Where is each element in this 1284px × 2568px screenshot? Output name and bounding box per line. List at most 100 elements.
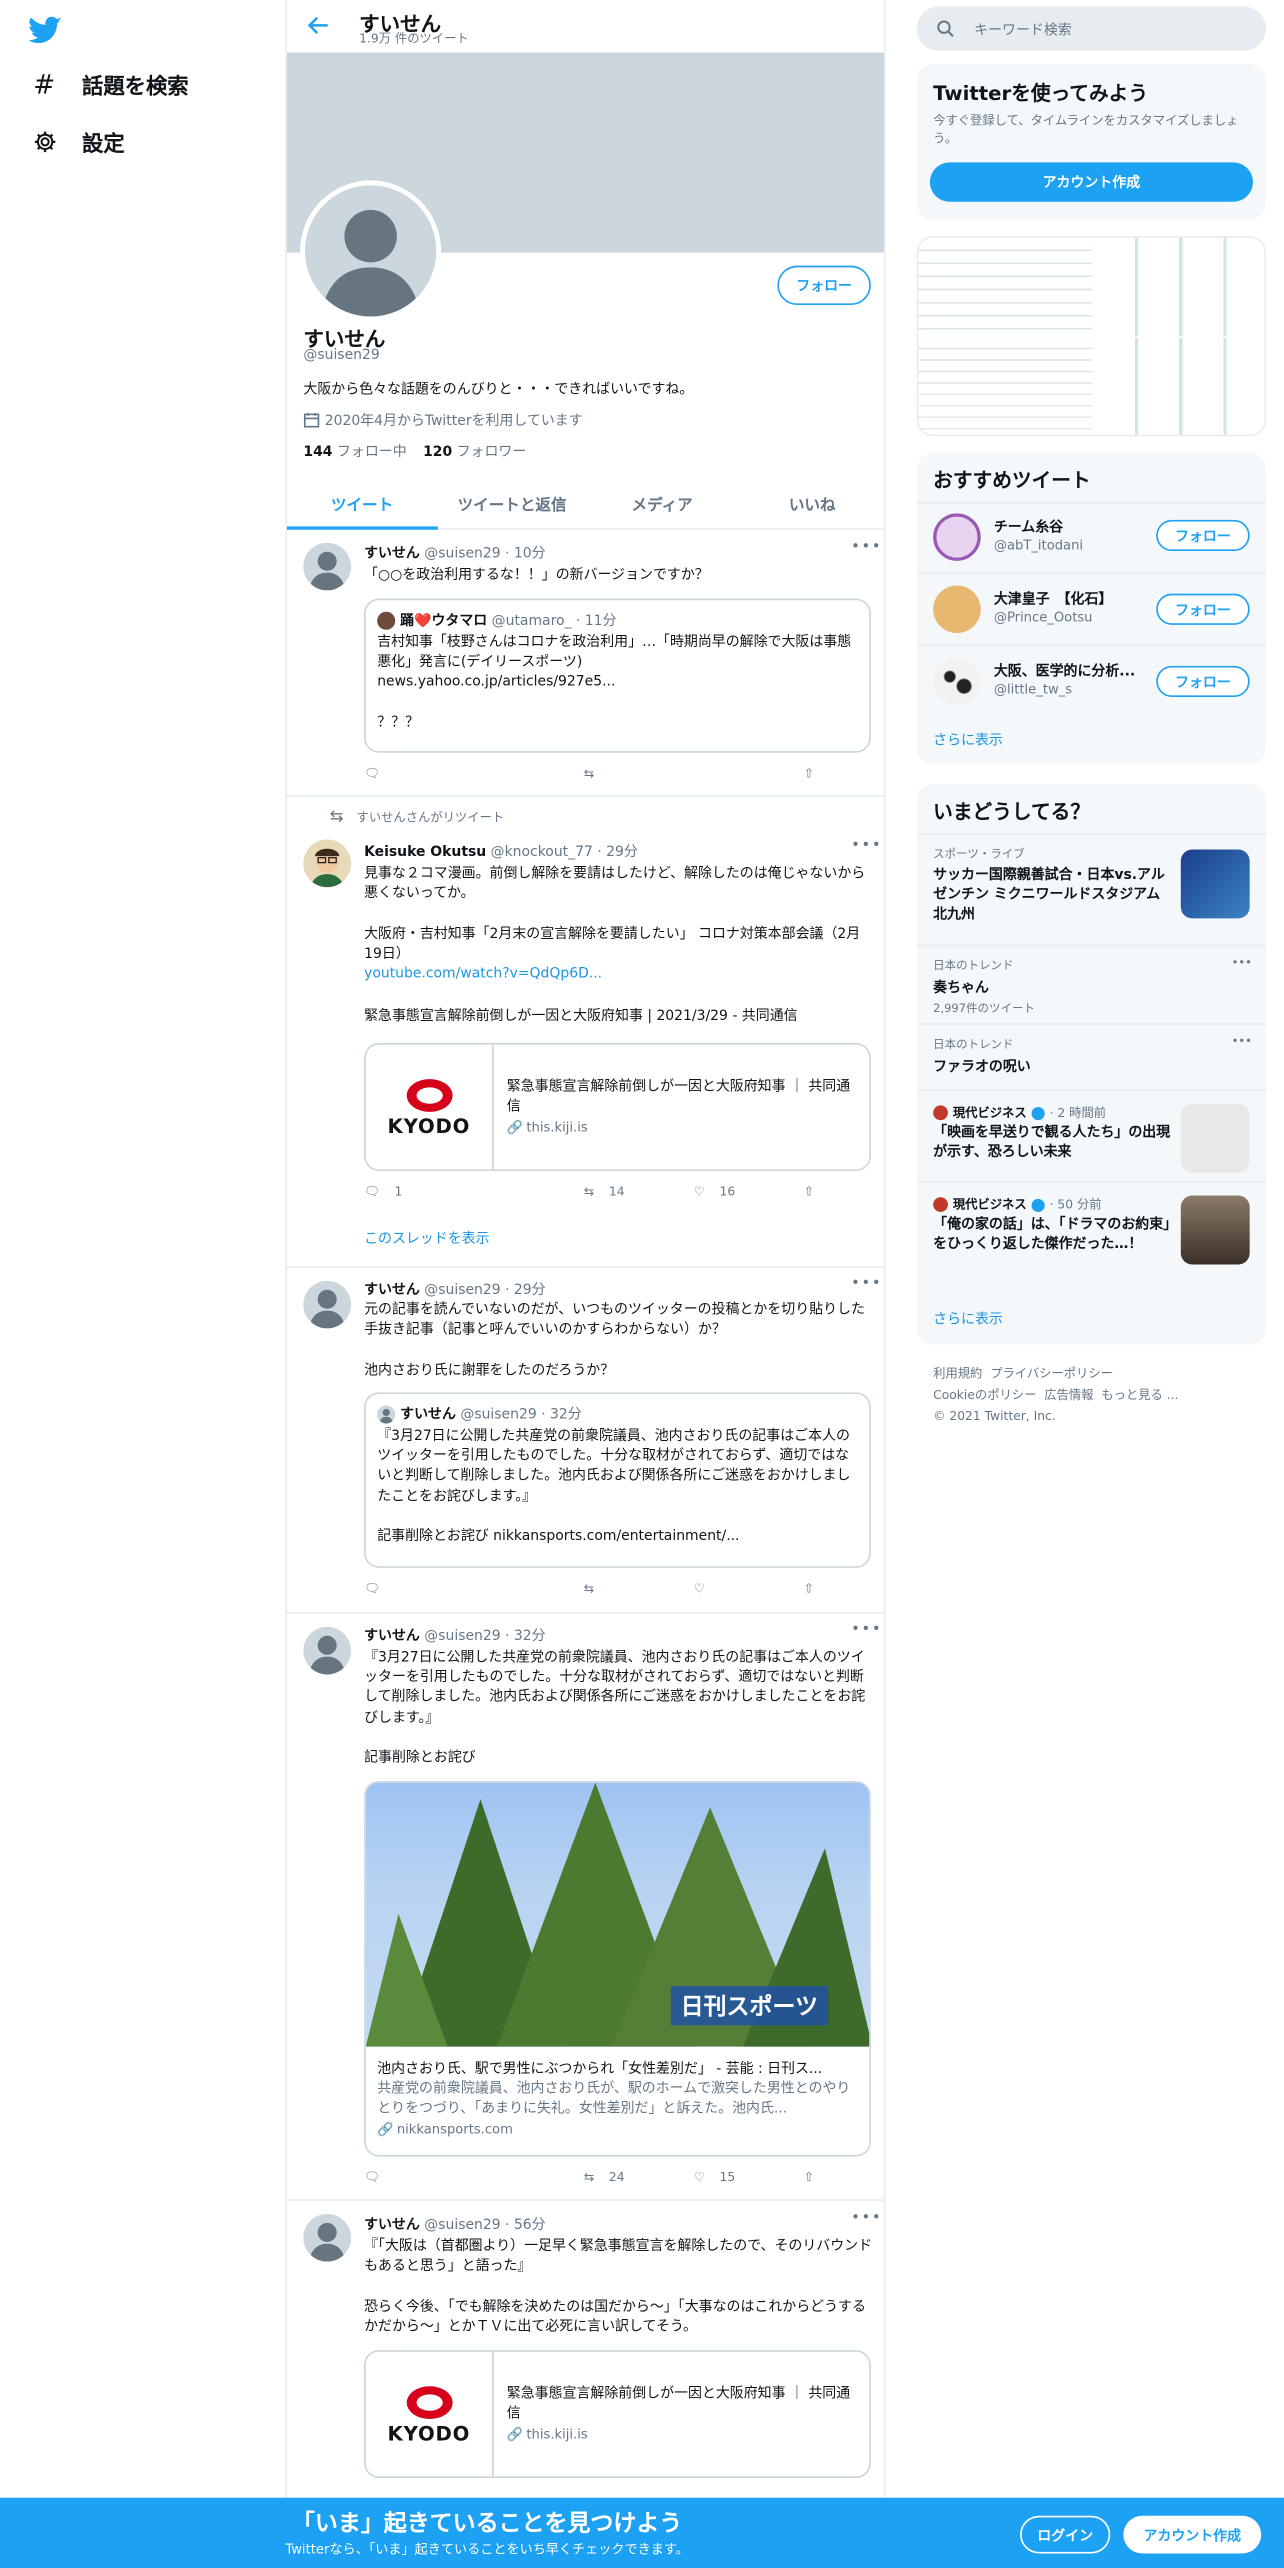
tweet-avatar[interactable] [303, 1626, 351, 1675]
reply-button[interactable]: 🗨 [364, 1581, 380, 1596]
show-thread-link[interactable]: このスレッドを表示 [364, 1228, 489, 1248]
trend-item-4[interactable]: 現代ビジネス · 2 時間前 「映画を早送りで観る人たち」の出現が示す、恐ろしい未… [916, 1088, 1267, 1181]
tweet-avatar[interactable] [303, 1280, 351, 1329]
verified-icon [1031, 1106, 1045, 1120]
kyodo-logo-icon [405, 1079, 452, 1112]
more-icon[interactable]: ••• [851, 1622, 882, 1638]
more-icon[interactable]: ••• [851, 540, 882, 556]
tab-tweets-replies[interactable]: ツイートと返信 [437, 479, 587, 528]
profile-follow-button[interactable]: フォロー [777, 265, 871, 306]
reply-button[interactable]: 🗨 [364, 766, 380, 781]
tweet-5[interactable]: すいせん @suisen29 · 56分 ••• 『「大阪は（首都圏より）一足早… [287, 2201, 884, 2513]
profile-avatar[interactable] [300, 180, 442, 322]
tweet-3[interactable]: すいせん @suisen29 · 29分 ••• 元の記事を読んでいないのだが、… [287, 1268, 884, 1614]
link-card[interactable]: KYODO 緊急事態宣言解除前倒しが一因と大阪府知事 ｜ 共同通信 🔗 this.… [364, 1043, 871, 1171]
search-input[interactable]: キーワード検索 [974, 19, 1072, 38]
like-button[interactable]: ♡ [694, 1581, 705, 1596]
nav-settings-label: 設定 [82, 132, 125, 158]
more-icon[interactable]: ••• [1232, 956, 1252, 969]
recommend-more-link[interactable]: さらに表示 [933, 730, 1003, 749]
nav-settings[interactable]: 設定 [30, 126, 125, 157]
header-tweet-count: 1.9万 件のツイート [359, 31, 469, 46]
tweet-link[interactable]: youtube.com/watch?v=QdQp6D... [364, 964, 872, 984]
retweet-icon: ⇆ [329, 808, 344, 827]
tweet-author-name: すいせん [364, 1628, 420, 1645]
nav-explore-label: 話題を検索 [82, 75, 189, 101]
media-thumb-3[interactable] [918, 337, 1093, 435]
like-button[interactable]: ♡ 16 [694, 1184, 735, 1199]
more-icon[interactable]: ••• [1232, 1035, 1252, 1048]
trend-item-2[interactable]: 日本のトレンド 奏ちゃん 2,997件のツイート ••• [916, 944, 1267, 1024]
reply-button[interactable]: 🗨 1 [364, 1184, 402, 1199]
trends-panel: いまどうしてる？ スポーツ・ライブ サッカー国際親善試合・日本vs.アルゼンチン… [916, 783, 1267, 1345]
footer-more[interactable]: もっと見る ... [1101, 1387, 1178, 1402]
media-thumb-2[interactable] [1093, 237, 1265, 337]
footer-terms[interactable]: 利用規約 [933, 1366, 982, 1381]
recommend-follow-button[interactable]: フォロー [1156, 593, 1250, 625]
trend-item-5[interactable]: 現代ビジネス · 50 分前 「俺の家の話」は、「ドラマのお約束」をひっくり返した… [916, 1180, 1267, 1289]
signup-button[interactable]: アカウント作成 [929, 162, 1253, 202]
nav-explore[interactable]: # 話題を検索 [30, 69, 189, 101]
footer-cookie[interactable]: Cookieのポリシー [933, 1387, 1036, 1402]
link-card[interactable]: 日刊スポーツ 池内さおり氏、駅で男性にぶつかられ「女性差別だ」 - 芸能 : 日… [364, 1781, 871, 2157]
more-icon[interactable]: ••• [851, 838, 882, 854]
search-box[interactable]: キーワード検索 [916, 6, 1267, 51]
retweet-button[interactable]: ⇆ 14 [584, 1184, 625, 1199]
media-grid[interactable] [916, 236, 1267, 437]
gear-icon [30, 130, 60, 155]
tweet-1[interactable]: すいせん @suisen29 · 10分 ••• 「○○を政治利用するな！！」の… [287, 530, 884, 798]
kyodo-logo-icon [405, 2386, 452, 2419]
trends-more-link[interactable]: さらに表示 [933, 1309, 1003, 1328]
trend-item-3[interactable]: 日本のトレンド ファラオの呪い ••• [916, 1023, 1267, 1089]
share-button[interactable]: ⇧ [804, 766, 814, 781]
bottom-signup-button[interactable]: アカウント作成 [1123, 2515, 1262, 2554]
share-button[interactable]: ⇧ [804, 2170, 814, 2185]
retweet-button[interactable]: ⇆ [584, 1581, 594, 1596]
recommend-follow-button[interactable]: フォロー [1156, 519, 1250, 552]
quote-tweet[interactable]: すいせん @suisen29 · 32分 『3月27日に公開した共産党の前衆院議… [364, 1392, 871, 1568]
login-button[interactable]: ログイン [1020, 2515, 1111, 2554]
media-thumb-4[interactable] [1093, 337, 1265, 435]
tweet-avatar[interactable] [303, 839, 351, 888]
share-button[interactable]: ⇧ [804, 1184, 814, 1199]
followers-link[interactable]: 120 フォロワー [423, 441, 526, 460]
media-thumb-1[interactable] [918, 237, 1093, 337]
tweet-avatar[interactable] [303, 542, 351, 591]
tweet-author[interactable]: すいせん @suisen29 · 32分 [364, 1625, 546, 1645]
trend-item-1[interactable]: スポーツ・ライブ サッカー国際親善試合・日本vs.アルゼンチン ミクニワールドス… [916, 833, 1267, 945]
more-icon[interactable]: ••• [851, 1276, 882, 1292]
link-card-title: 緊急事態宣言解除前倒しが一因と大阪府知事 ｜ 共同通信 [506, 2386, 851, 2423]
footer-ads[interactable]: 広告情報 [1044, 1387, 1093, 1402]
tweet-author[interactable]: すいせん @suisen29 · 29分 [364, 1279, 546, 1299]
retweet-button[interactable]: ⇆ [584, 766, 594, 781]
link-card-desc: 共産党の前衆院議員、池内さおり氏が、駅のホームで激突した男性とのやりとりをつづり… [377, 2081, 851, 2118]
tweet-meta: @suisen29 · 29分 [424, 1282, 546, 1299]
tweet-meta: @suisen29 · 32分 [424, 1628, 546, 1645]
recommend-user-1[interactable]: チーム糸谷 @abT_itodani フォロー [916, 501, 1267, 573]
share-button[interactable]: ⇧ [804, 1581, 814, 1596]
quote-tweet[interactable]: 踊❤️ウタマロ @utamaro_ · 11分 吉村知事「枝野さんはコロナを政治… [364, 598, 871, 753]
tweet-4[interactable]: すいせん @suisen29 · 32分 ••• 『3月27日に公開した共産党の… [287, 1614, 884, 2201]
tweet-2[interactable]: ⇆ すいせんさんがリツイート Keisuke Okutsu @knockout_7… [287, 797, 884, 1268]
tab-media[interactable]: メディア [587, 479, 737, 528]
footer-privacy[interactable]: プライバシーポリシー [990, 1366, 1113, 1381]
tweet-actions: 🗨 ⇆ ♡ ⇧ [364, 1581, 840, 1601]
tab-tweets[interactable]: ツイート [287, 479, 437, 530]
recommend-user-2[interactable]: 大津皇子 【化石】 @Prince_Ootsu フォロー [916, 572, 1267, 644]
tab-likes[interactable]: いいね [737, 479, 884, 528]
reply-button[interactable]: 🗨 [364, 2170, 380, 2185]
more-icon[interactable]: ••• [851, 2211, 882, 2227]
retweet-button[interactable]: ⇆ 24 [584, 2170, 625, 2185]
back-arrow-icon[interactable] [307, 15, 330, 36]
recommend-user-3[interactable]: 大阪、医学的に分析... @little_tw_s フォロー [916, 644, 1267, 717]
twitter-logo-icon[interactable] [29, 16, 63, 44]
tweet-avatar[interactable] [303, 2214, 351, 2262]
tweet-author[interactable]: Keisuke Okutsu @knockout_77 · 29分 [364, 841, 638, 861]
tweet-text-2: 緊急事態宣言解除前倒しが一因と大阪府知事 | 2021/3/29 - 共同通信 [364, 1008, 798, 1025]
tweet-author[interactable]: すいせん @suisen29 · 56分 [364, 2214, 546, 2233]
link-card[interactable]: KYODO 緊急事態宣言解除前倒しが一因と大阪府知事 ｜ 共同通信 🔗 this.… [364, 2350, 871, 2479]
like-button[interactable]: ♡ 15 [694, 2170, 735, 2185]
tweet-author[interactable]: すいせん @suisen29 · 10分 [364, 543, 546, 562]
recommend-follow-button[interactable]: フォロー [1156, 665, 1250, 697]
following-link[interactable]: 144 フォロー中 [303, 441, 406, 460]
